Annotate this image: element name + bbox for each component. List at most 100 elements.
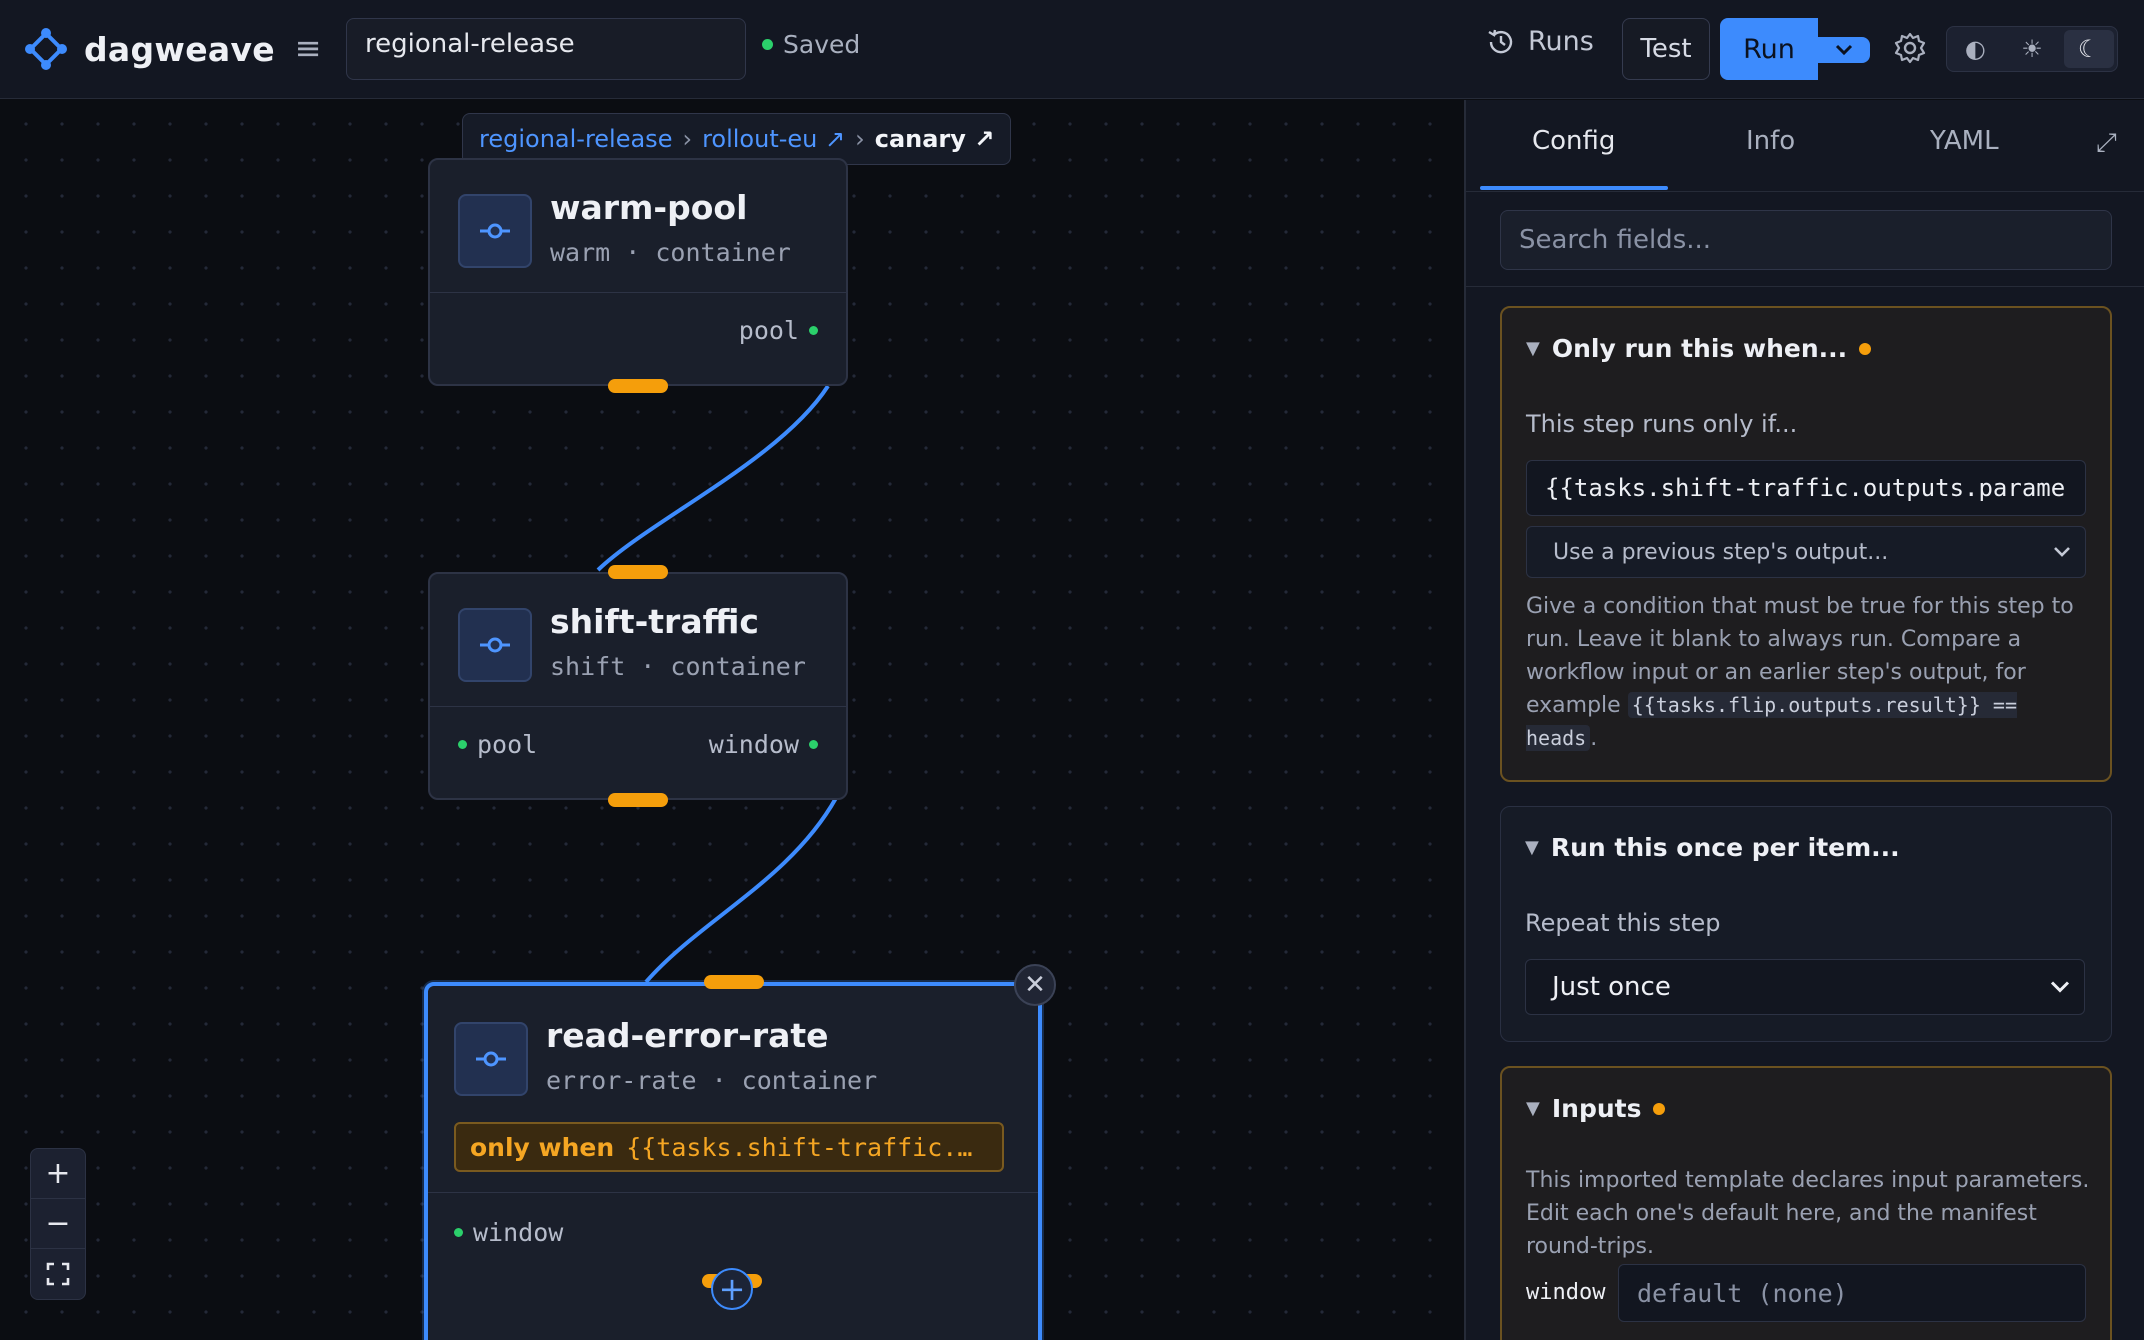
collapse-caret-icon: ▼ <box>1525 837 1539 858</box>
menu-icon[interactable]: ≡ <box>290 30 326 66</box>
inputs-section-header[interactable]: ▼ Inputs <box>1526 1094 1666 1123</box>
theme-dark-icon[interactable]: ☾ <box>2063 30 2114 68</box>
port-label: window <box>473 1218 564 1247</box>
close-node-button[interactable]: ✕ <box>1014 964 1056 1006</box>
repeat-label: Repeat this step <box>1525 909 1721 937</box>
workflow-canvas[interactable]: regional-release › rollout-eu ↗ › canary… <box>0 100 1464 1340</box>
runs-button[interactable]: Runs <box>1486 26 1594 57</box>
active-tab-indicator <box>1480 186 1668 190</box>
brand-name: dagweave <box>84 29 275 69</box>
previous-output-select[interactable]: Use a previous step's output... <box>1526 526 2086 578</box>
brand[interactable]: dagweave <box>24 27 275 71</box>
workflow-name-input[interactable]: regional-release <box>346 18 746 80</box>
divider <box>1466 286 2144 287</box>
port-dot <box>809 740 818 749</box>
chevron-down-icon <box>1835 44 1853 56</box>
container-step-icon <box>454 1022 528 1096</box>
zoom-in-icon[interactable]: + <box>31 1149 85 1199</box>
logo-icon <box>25 28 67 70</box>
param-default-input[interactable]: default (none) <box>1618 1264 2086 1322</box>
condition-section: ▼ Only run this when... This step runs o… <box>1500 306 2112 782</box>
theme-light-icon[interactable]: ☀ <box>2007 30 2057 68</box>
loop-section-header[interactable]: ▼ Run this once per item... <box>1525 833 1900 862</box>
chevron-down-icon <box>2050 981 2070 993</box>
port-dot <box>809 326 818 335</box>
breadcrumb-current[interactable]: canary ↗ <box>875 125 995 153</box>
output-handle[interactable] <box>608 793 668 807</box>
section-title: Run this once per item... <box>1550 833 1900 862</box>
node-divider <box>428 1192 1038 1193</box>
container-step-icon <box>458 194 532 268</box>
collapse-caret-icon: ▼ <box>1526 1098 1540 1119</box>
inputs-section: ▼ Inputs This imported template declares… <box>1500 1066 2112 1340</box>
port-label: window <box>708 730 799 759</box>
save-status-label: Saved <box>783 30 861 59</box>
node-divider <box>430 706 846 707</box>
output-port-pool[interactable]: pool <box>739 316 818 345</box>
condition-help-text: Give a condition that must be true for t… <box>1526 590 2090 755</box>
condition-input[interactable]: {{tasks.shift-traffic.outputs.parame <box>1526 460 2086 516</box>
save-status: Saved <box>762 30 860 59</box>
edge-shift-traffic-read-error-rate <box>644 797 838 984</box>
node-subtitle: error-rate · container <box>546 1066 878 1095</box>
repeat-select[interactable]: Just once <box>1525 959 2085 1015</box>
tab-info[interactable]: Info <box>1746 126 1795 156</box>
history-icon <box>1488 29 1513 53</box>
node-shift-traffic[interactable]: shift-traffic shift · container pool win… <box>428 565 848 807</box>
node-subtitle: warm · container <box>550 238 791 267</box>
runs-label: Runs <box>1528 26 1594 57</box>
add-step-button[interactable]: + <box>711 1268 753 1310</box>
chevron-down-icon <box>2054 547 2070 557</box>
loop-section: ▼ Run this once per item... Repeat this … <box>1500 806 2112 1042</box>
param-name: window <box>1526 1280 1606 1305</box>
zoom-controls: + − <box>30 1148 86 1300</box>
test-button[interactable]: Test <box>1622 18 1710 80</box>
breadcrumb-root[interactable]: regional-release <box>479 125 672 153</box>
expand-icon[interactable]: ⤢ <box>2096 128 2117 159</box>
output-handle[interactable] <box>608 379 668 393</box>
gear-icon[interactable] <box>1892 30 1928 66</box>
container-step-icon <box>458 608 532 682</box>
collapse-caret-icon: ▼ <box>1526 338 1540 359</box>
help-text-end: . <box>1590 726 1598 751</box>
condition-label: This step runs only if... <box>1526 410 1798 438</box>
condition-chip[interactable]: only when {{tasks.shift-traffic.… <box>454 1122 1004 1172</box>
input-port-window[interactable]: window <box>454 1218 563 1247</box>
condition-expression: {{tasks.shift-traffic.… <box>626 1132 973 1162</box>
tab-yaml[interactable]: YAML <box>1930 126 1999 156</box>
port-label: pool <box>477 730 538 759</box>
input-port-pool[interactable]: pool <box>458 730 537 759</box>
node-title: shift-traffic <box>550 602 759 641</box>
node-warm-pool[interactable]: warm-pool warm · container pool <box>428 158 848 393</box>
node-title: warm-pool <box>550 188 748 227</box>
run-button[interactable]: Run <box>1720 18 1818 80</box>
section-title: Only run this when... <box>1551 334 1848 363</box>
modified-dot <box>1653 1102 1666 1115</box>
select-value: Just once <box>1552 972 1671 1002</box>
port-dot <box>454 1228 463 1237</box>
tab-config[interactable]: Config <box>1532 126 1615 156</box>
panel-tabs: Config Info YAML ⤢ <box>1466 100 2144 192</box>
search-fields-input[interactable]: Search fields... <box>1500 210 2112 270</box>
breadcrumb-separator: › <box>682 125 693 153</box>
port-dot <box>458 740 467 749</box>
run-options-button[interactable] <box>1818 37 1870 63</box>
edge-warm-pool-shift-traffic <box>596 384 830 572</box>
status-dot <box>762 39 773 50</box>
node-title: read-error-rate <box>546 1016 829 1055</box>
node-subtitle: shift · container <box>550 652 806 681</box>
input-handle[interactable] <box>704 975 764 989</box>
output-port-window[interactable]: window <box>709 730 818 759</box>
zoom-out-icon[interactable]: − <box>31 1199 85 1249</box>
select-value: Use a previous step's output... <box>1553 539 1889 565</box>
node-divider <box>430 292 846 293</box>
condition-section-header[interactable]: ▼ Only run this when... <box>1526 334 1872 363</box>
theme-auto-icon[interactable]: ◐ <box>1950 30 2000 68</box>
input-handle[interactable] <box>608 565 668 579</box>
fit-view-icon[interactable] <box>31 1249 85 1299</box>
inputs-help-text: This imported template declares input pa… <box>1526 1168 2090 1259</box>
breadcrumb-parent[interactable]: rollout-eu ↗ <box>702 125 845 153</box>
modified-dot <box>1859 342 1872 355</box>
breadcrumb-separator: › <box>855 125 865 153</box>
top-bar: dagweave ≡ regional-release Saved Runs T… <box>0 0 2144 99</box>
